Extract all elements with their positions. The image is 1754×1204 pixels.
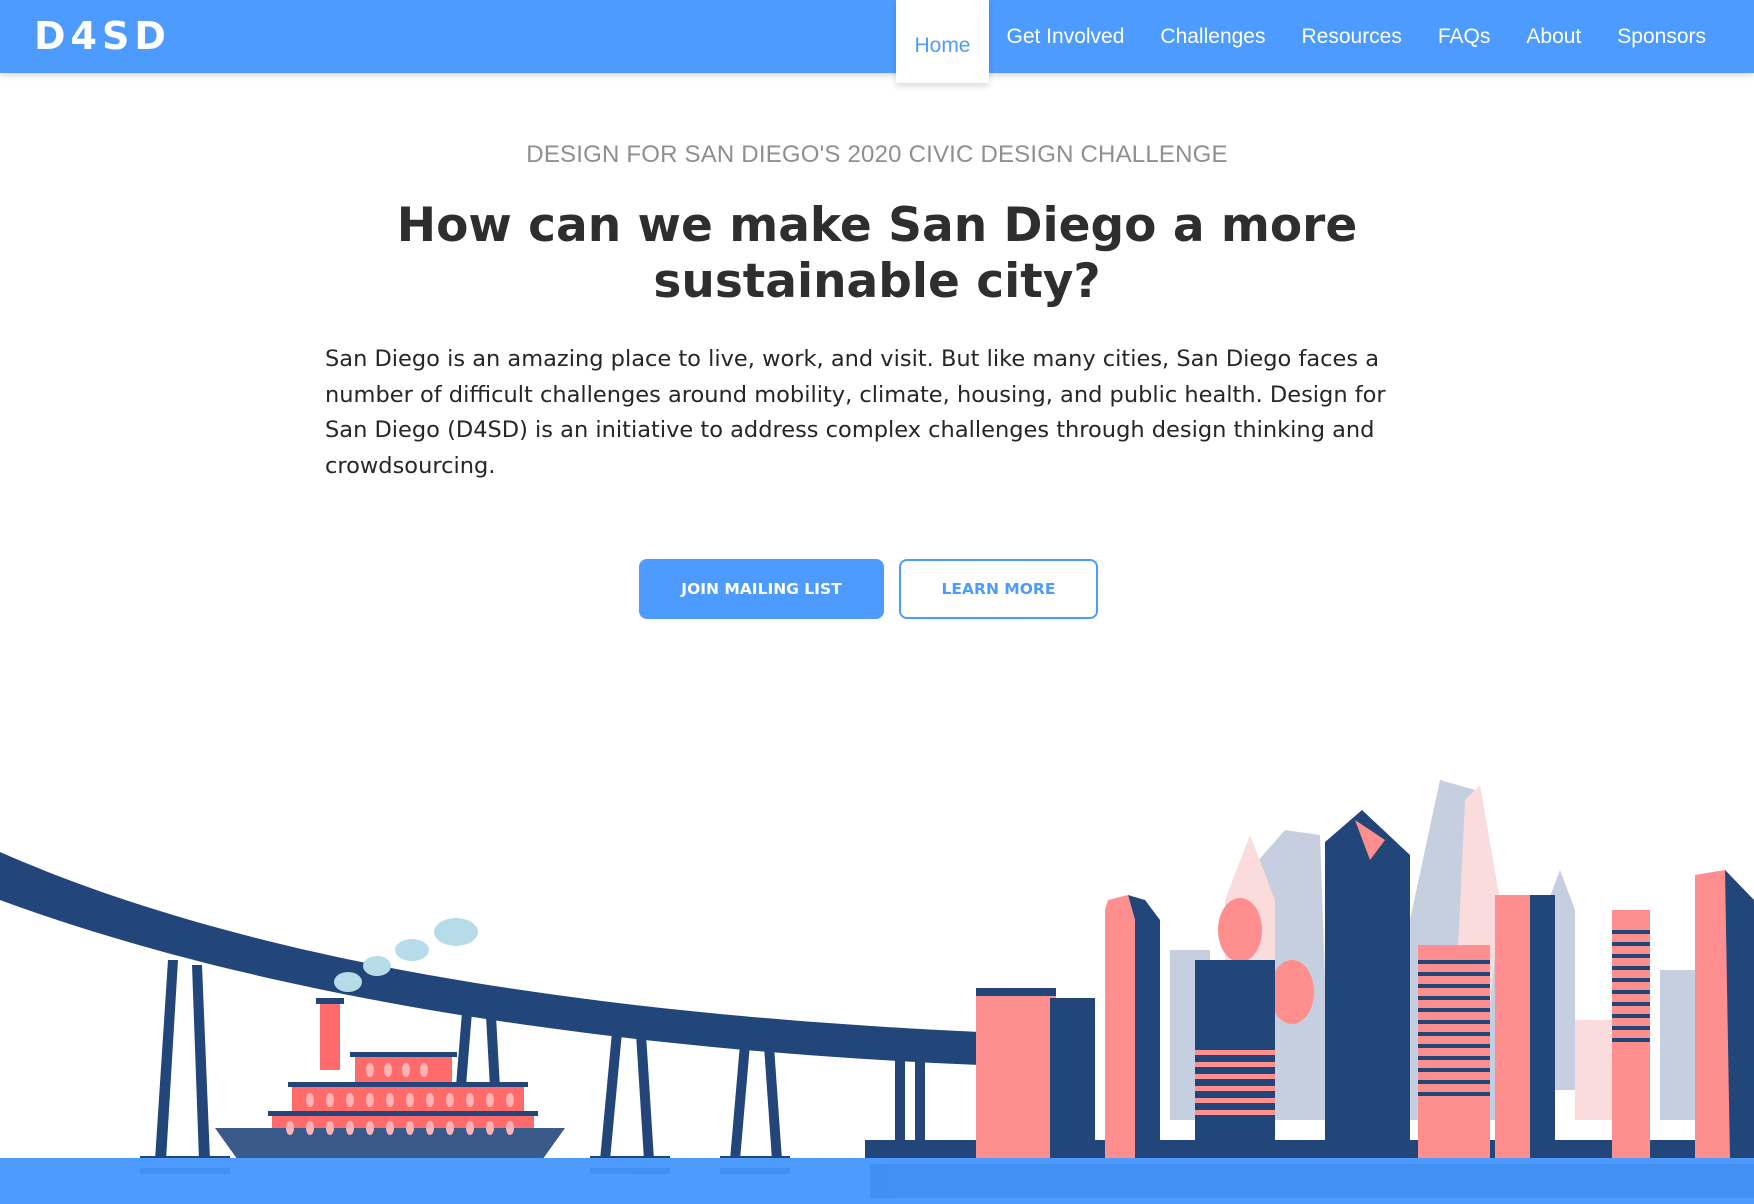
d4sd-logo[interactable]: D4SD [34,14,171,58]
learn-more-button[interactable]: LEARN MORE [899,559,1098,619]
nav-item-about[interactable]: About [1508,0,1599,73]
hero-intro-paragraph: San Diego is an amazing place to live, w… [325,346,1386,479]
nav-item-home[interactable]: Home [896,0,989,83]
join-mailing-list-button[interactable]: JOIN MAILING LIST [639,559,884,619]
hero-headline: How can we make San Diego a more sustain… [396,198,1358,309]
steamboat [215,998,565,1170]
nav-item-sponsors[interactable]: Sponsors [1599,0,1724,73]
nav-menu: Home Get Involved Challenges Resources F… [896,0,1724,83]
nav-item-resources[interactable]: Resources [1283,0,1419,73]
san-diego-skyline-illustration [0,780,1754,1204]
page: D4SD Home Get Involved Challenges Resour… [0,0,1754,1204]
hero-eyebrow: DESIGN FOR SAN DIEGO'S 2020 CIVIC DESIGN… [526,141,1228,168]
top-navbar: D4SD Home Get Involved Challenges Resour… [0,0,1754,83]
nav-item-get-involved[interactable]: Get Involved [989,0,1143,73]
nav-item-challenges[interactable]: Challenges [1142,0,1283,73]
nav-item-faqs[interactable]: FAQs [1420,0,1509,73]
logo-text: D4SD [34,14,171,58]
